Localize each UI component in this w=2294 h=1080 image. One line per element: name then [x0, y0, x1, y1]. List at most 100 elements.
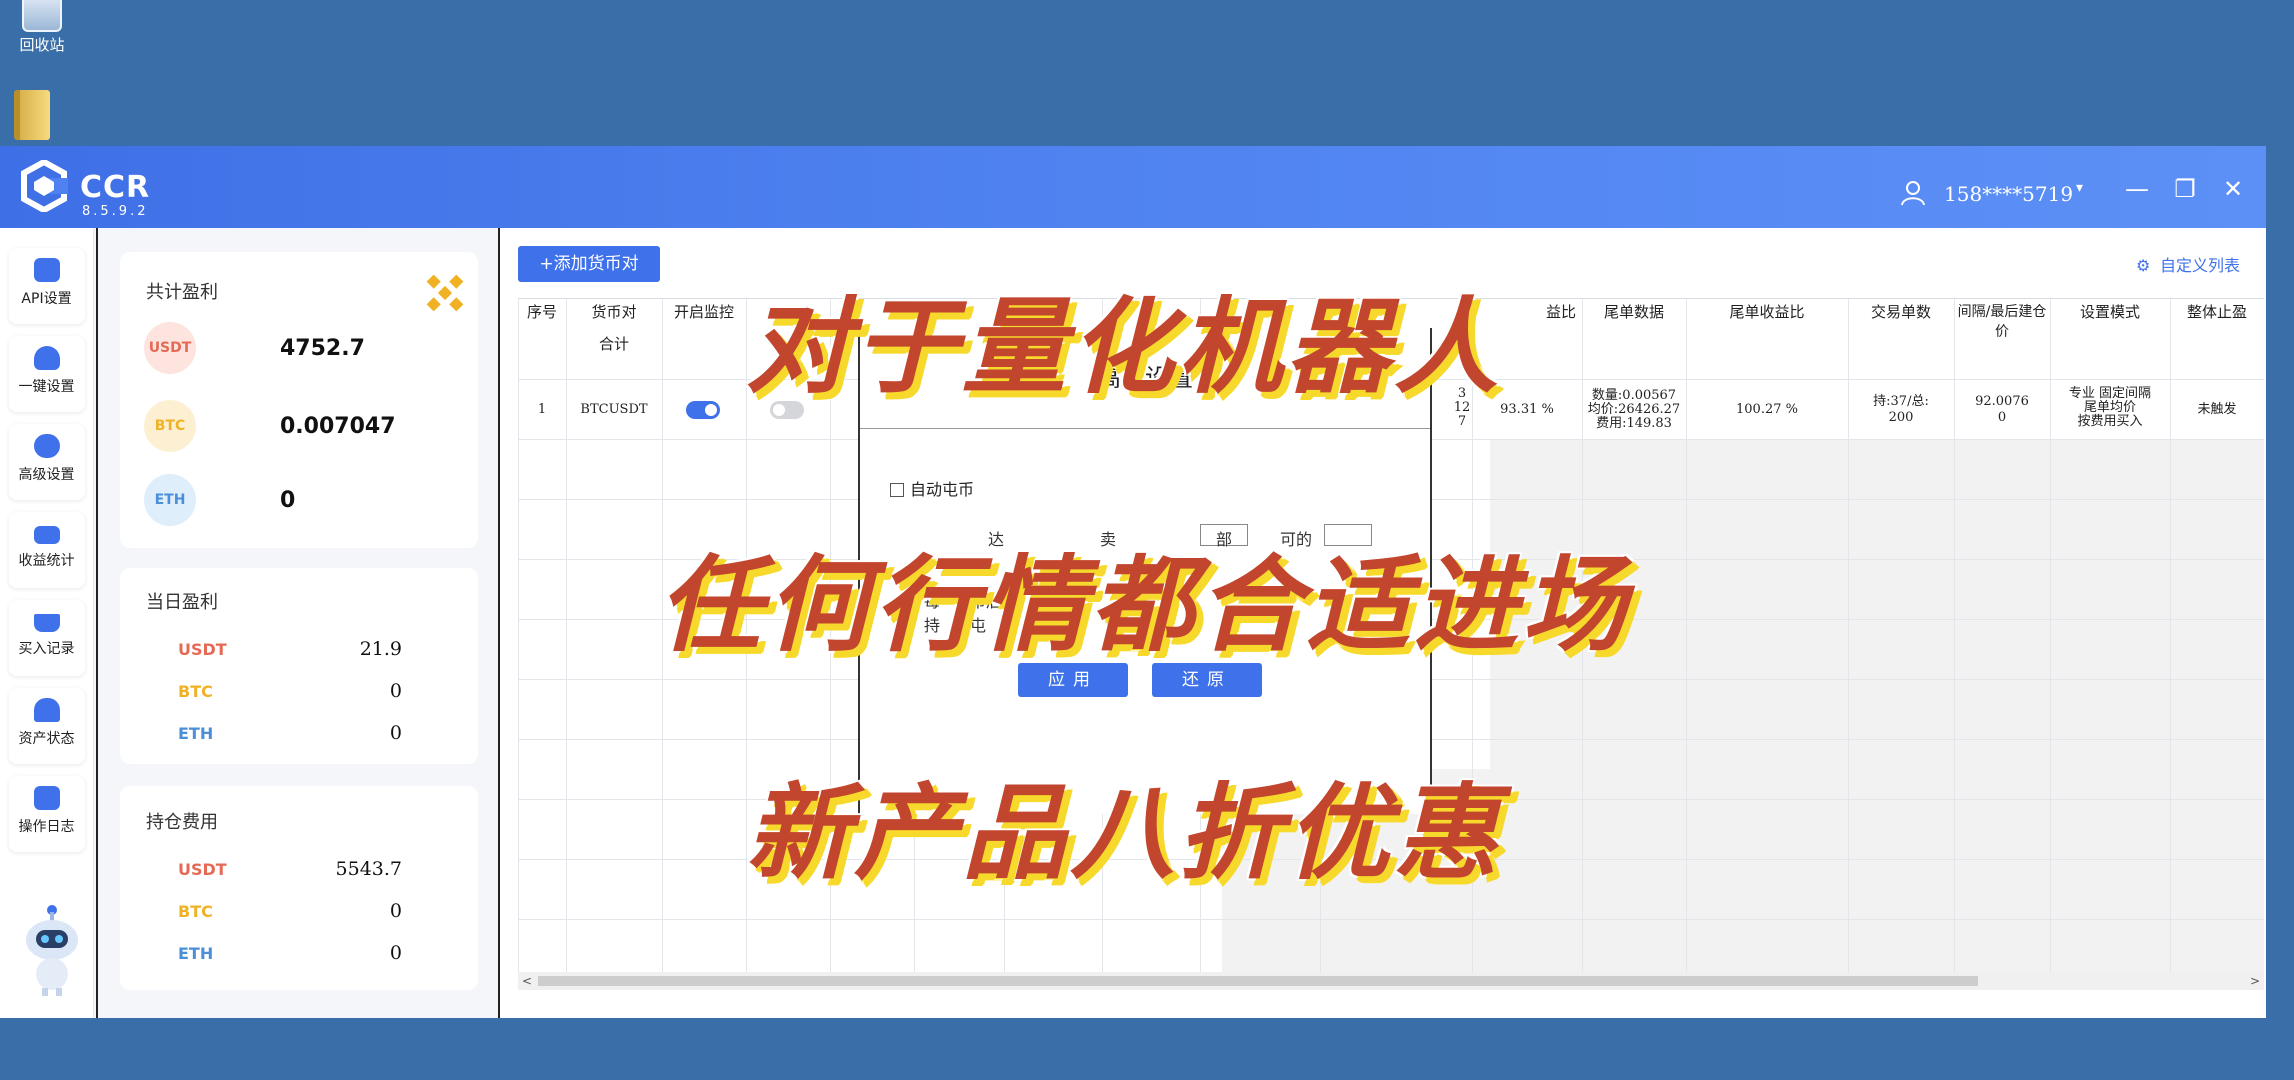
- promo-headline-2: 任何行情都合适进场: [658, 544, 1631, 666]
- col-header-monitor[interactable]: 开启监控: [662, 301, 746, 322]
- sliders-icon: ⚙: [2135, 256, 2151, 275]
- table-col-line: [2170, 299, 2171, 984]
- btc-label: BTC: [178, 902, 213, 921]
- card-title: 共计盈利: [146, 282, 218, 303]
- horizontal-scrollbar[interactable]: < >: [518, 972, 2264, 990]
- row1-last-price: 0: [1997, 410, 2007, 425]
- col-header-interval[interactable]: 间隔/最后建仓价: [1954, 301, 2050, 341]
- table-col-line: [1686, 299, 1687, 984]
- row1-stop-status: 未触发: [2197, 402, 2237, 417]
- table-col-line: [518, 299, 519, 984]
- gear-icon: [33, 434, 60, 458]
- profit-summary-panel: 共计盈利 USDT 4752.7 BTC 0.007047 ETH 0 当日盈利…: [96, 228, 498, 1018]
- row1-mode: 专业 固定间隔: [2068, 386, 2152, 401]
- col-header-index[interactable]: 序号: [518, 301, 566, 322]
- sidebar-item-label: 买入记录: [18, 641, 75, 657]
- daily-eth-value: 0: [389, 722, 402, 744]
- sidebar-item-one-click[interactable]: 一键设置: [8, 336, 85, 412]
- btc-label: BTC: [178, 682, 213, 701]
- row1-trades: 持:37/总:: [1873, 394, 1929, 409]
- app-name: CCR: [80, 170, 151, 205]
- scroll-right-icon[interactable]: >: [2250, 972, 2260, 990]
- total-profit-card: 共计盈利 USDT 4752.7 BTC 0.007047 ETH 0: [120, 252, 478, 548]
- user-account[interactable]: 158****5719: [1944, 182, 2073, 206]
- row1-tail-avg: 均价:26426.27: [1587, 402, 1681, 417]
- sidebar-item-earnings[interactable]: 收益统计: [8, 512, 85, 588]
- col-header-stop[interactable]: 整体止盈: [2170, 301, 2264, 322]
- auto-coin-checkbox[interactable]: 自动屯币: [890, 476, 974, 500]
- holding-cost-card: 持仓费用 USDT 5543.7 BTC 0 ETH 0: [120, 786, 478, 990]
- total-label: 合计: [598, 335, 629, 353]
- daily-usdt-value: 21.9: [359, 638, 402, 660]
- sidebar-item-label: 资产状态: [18, 731, 75, 747]
- add-pair-button[interactable]: +添加货币对: [518, 246, 660, 282]
- ccr-logo-icon: [21, 160, 68, 212]
- col-header-mode[interactable]: 设置模式: [2050, 301, 2170, 322]
- sidebar-item-label: 一键设置: [18, 379, 75, 395]
- bulb-icon: [33, 346, 60, 370]
- monitor-toggle[interactable]: [686, 401, 720, 419]
- holding-usdt-value: 5543.7: [335, 858, 402, 880]
- sidebar-item-logs[interactable]: 操作日志: [8, 776, 85, 852]
- usdt-label: USDT: [178, 860, 227, 879]
- checkbox-box[interactable]: [890, 483, 904, 497]
- log-icon: [33, 786, 60, 810]
- custom-list-button[interactable]: ⚙ 自定义列表: [2136, 252, 2240, 276]
- row1-tail-qty: 数量:0.00567: [1591, 388, 1677, 403]
- promo-headline-3: 新产品八折优惠: [746, 772, 1503, 894]
- dialog-divider: [860, 428, 1430, 429]
- sidebar-item-buy-records[interactable]: 买入记录: [8, 600, 85, 676]
- card-title: 持仓费用: [146, 812, 218, 833]
- recycle-bin-icon: [22, 0, 62, 32]
- custom-list-label: 自定义列表: [2159, 256, 2240, 275]
- scroll-left-icon[interactable]: <: [522, 972, 532, 990]
- table-row-line: [518, 919, 2264, 920]
- recycle-bin-shortcut[interactable]: 回收站: [8, 0, 76, 55]
- eth-label: ETH: [178, 724, 214, 743]
- auto-coin-label: 自动屯币: [910, 480, 975, 499]
- total-btc-value: 0.007047: [280, 414, 396, 439]
- row1-trades-total: 200: [1888, 410, 1914, 425]
- table-col-line: [566, 299, 567, 984]
- holding-eth-value: 0: [389, 942, 402, 964]
- eth-label: ETH: [178, 944, 214, 963]
- row1-index: 1: [537, 402, 547, 417]
- folder-icon: [14, 90, 50, 140]
- title-bar: CCR 8.5.9.2 158****5719 ▾ — ❐ ✕: [0, 146, 2266, 228]
- home-icon: [33, 698, 60, 722]
- folder-shortcut[interactable]: [14, 90, 58, 142]
- usdt-coin-icon: USDT: [144, 322, 196, 374]
- usdt-label: USDT: [178, 640, 227, 659]
- col-header-pair[interactable]: 货币对: [566, 301, 662, 322]
- cart-icon: [33, 614, 60, 632]
- eth-coin-icon: ETH: [144, 474, 196, 526]
- sidebar-item-api-settings[interactable]: API设置: [8, 248, 85, 324]
- col-header-trade-count[interactable]: 交易单数: [1848, 301, 1954, 322]
- row1-partial-value: 7: [1457, 414, 1467, 429]
- chevron-down-icon[interactable]: ▾: [2076, 180, 2083, 196]
- card-icon: [33, 526, 60, 544]
- sidebar-item-advanced[interactable]: 高级设置: [8, 424, 85, 500]
- total-usdt-value: 4752.7: [280, 336, 365, 361]
- app-version: 8.5.9.2: [82, 204, 149, 219]
- col-header-tail-data[interactable]: 尾单数据: [1582, 301, 1686, 322]
- user-icon[interactable]: [1900, 180, 1926, 206]
- holding-btc-value: 0: [389, 900, 402, 922]
- sidebar-item-assets[interactable]: 资产状态: [8, 688, 85, 764]
- robot-assistant-icon[interactable]: [22, 904, 82, 996]
- promo-headline-1: 对于量化机器人: [746, 286, 1503, 408]
- close-button[interactable]: ✕: [2216, 172, 2250, 206]
- binance-logo-icon: [426, 274, 464, 312]
- sidebar-item-label: 操作日志: [18, 819, 75, 835]
- minimize-button[interactable]: —: [2120, 172, 2154, 206]
- row1-tail-fee: 费用:149.83: [1596, 416, 1672, 431]
- restore-button[interactable]: ❐: [2168, 172, 2202, 206]
- card-title: 当日盈利: [146, 592, 218, 613]
- row1-pair: BTCUSDT: [580, 402, 648, 417]
- col-header-tail-ratio[interactable]: 尾单收益比: [1686, 301, 1848, 322]
- scrollbar-thumb[interactable]: [538, 976, 1978, 986]
- api-settings-icon: [33, 258, 60, 282]
- row1-interval: 92.0076: [1975, 394, 2029, 409]
- toggle-knob: [705, 404, 717, 416]
- row1-tail-ratio: 100.27 %: [1736, 402, 1798, 417]
